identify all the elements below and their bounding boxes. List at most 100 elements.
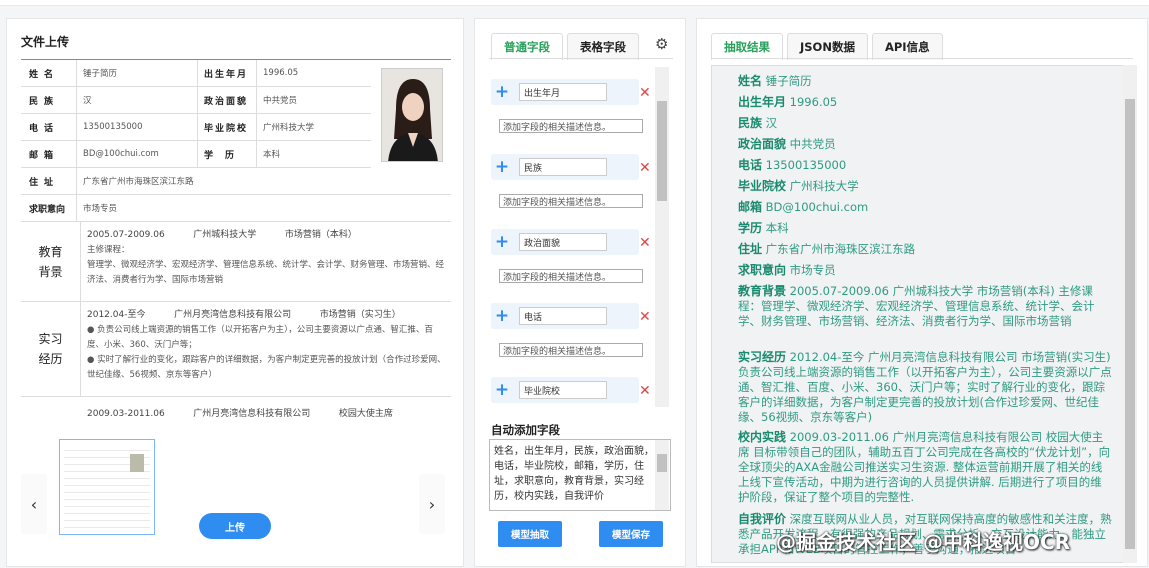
panel-title: 文件上传 [21, 35, 70, 49]
row-value: 13500135000 [83, 122, 143, 132]
row-label: 电话 [21, 114, 77, 140]
edu-courses: 管理学、微观经济学、宏观经济学、管理信息系统、统计学、会计学、财务管理、市场营销… [87, 260, 445, 285]
tab-divider [711, 58, 1133, 59]
add-field-icon[interactable]: + [491, 380, 513, 400]
row-value2: 中共党员 [263, 96, 298, 106]
add-field-icon[interactable]: + [491, 82, 513, 102]
delete-field-icon[interactable]: ✕ [639, 160, 651, 176]
work-company: 广州月亮湾信息科技有限公司 [174, 310, 292, 320]
result-key: 民族 [738, 116, 763, 130]
add-field-icon[interactable]: + [491, 232, 513, 252]
upload-button[interactable]: 上传 [199, 513, 271, 539]
result-value: 市场专员 [789, 263, 836, 277]
row-label2: 出生年月 [197, 60, 257, 86]
result-key: 教育背景 [738, 284, 787, 298]
result-value: 广东省广州市海珠区滨江东路 [765, 242, 916, 256]
field-name-input[interactable]: 电话 [519, 307, 607, 325]
tab-table-fields[interactable]: 表格字段 [567, 33, 639, 60]
row-label2: 政治面貌 [197, 87, 257, 113]
row-value2: 广州科技大学 [263, 123, 315, 133]
field-name-input[interactable]: 政治面貌 [519, 233, 607, 251]
file-upload-panel: 文件上传 姓名 锤子简历 出生年月 1996.05 民族 汉 政治面貌 中共党员… [6, 18, 464, 567]
result-item: 毕业院校 广州科技大学 [738, 179, 1112, 194]
model-extract-button[interactable]: 模型抽取 [498, 521, 562, 547]
row-label2: 毕业院校 [197, 114, 257, 140]
auto-add-textarea[interactable]: 姓名，出生年月，民族，政治面貌，电话，毕业院校，邮箱，学历，住址，求职意向，教育… [489, 439, 671, 511]
field-item: + 毕业院校 [491, 377, 639, 403]
result-value: 锤子简历 [765, 74, 812, 88]
edu-school: 广州城科技大学 [193, 230, 257, 240]
work-role: 市场营销（实习生） [319, 310, 401, 320]
scrollbar-thumb[interactable] [1125, 99, 1135, 549]
work-bullet: 实时了解行业的变化，跟踪客户的详细数据，为客户制定更完善的投放计划（合作过珍爱网… [87, 355, 446, 380]
result-scrollbar[interactable] [1123, 65, 1137, 563]
delete-field-icon[interactable]: ✕ [639, 309, 651, 325]
tab-extract-result[interactable]: 抽取结果 [711, 33, 783, 60]
add-field-icon[interactable]: + [491, 306, 513, 326]
row-value: 广东省广州市海珠区滨江东路 [83, 177, 194, 187]
delete-field-icon[interactable]: ✕ [639, 383, 651, 399]
next-page-button[interactable]: › [419, 474, 445, 534]
field-tabs: 普通字段 表格字段 [491, 33, 639, 60]
model-save-button[interactable]: 模型保存 [599, 521, 663, 547]
result-key: 姓名 [738, 74, 763, 88]
resume-preview: 姓名 锤子简历 出生年月 1996.05 民族 汉 政治面貌 中共党员 电话 1… [21, 59, 451, 419]
section-label: 教育背景 [21, 222, 81, 301]
result-key: 电话 [738, 158, 763, 172]
field-desc-input[interactable]: 添加字段的相关描述信息。 [499, 343, 643, 357]
result-item-work: 实习经历 2012.04-至今 广州月亮湾信息科技有限公司 市场营销(实习生) … [738, 350, 1112, 425]
result-key: 学历 [738, 221, 763, 235]
scrollbar-thumb[interactable] [657, 101, 667, 201]
section-label: 实习经历 [21, 302, 81, 396]
prev-page-button[interactable]: ‹ [21, 474, 47, 534]
result-value: 2009.03-2011.06 广州月亮湾信息科技有限公司 校园大使主席 目标带… [738, 430, 1111, 504]
result-item-campus: 校内实践 2009.03-2011.06 广州月亮湾信息科技有限公司 校园大使主… [738, 430, 1112, 505]
result-value: BD@100chui.com [765, 200, 869, 214]
page-thumbnail[interactable] [59, 439, 155, 535]
result-item-education: 教育背景 2005.07-2009.06 广州城科技大学 市场营销(本科) 主修… [738, 284, 1112, 329]
result-item: 电话 13500135000 [738, 158, 1112, 173]
result-key: 出生年月 [738, 95, 787, 109]
resume-work: 实习经历 2012.04-至今 广州月亮湾信息科技有限公司 市场营销（实习生） … [21, 302, 451, 397]
tab-api-info[interactable]: API信息 [871, 33, 943, 60]
row-value: BD@100chui.com [83, 149, 159, 159]
result-key: 求职意向 [738, 263, 787, 277]
resume-next: 2009.03-2011.06 广州月亮湾信息科技有限公司 校园大使主席 [21, 397, 451, 419]
field-name-input[interactable]: 毕业院校 [519, 381, 607, 399]
field-name-input[interactable]: 民族 [519, 158, 607, 176]
top-bar [0, 0, 1149, 6]
result-value: 汉 [765, 116, 778, 130]
next-company: 广州月亮湾信息科技有限公司 [193, 409, 311, 419]
resume-row-name: 姓名 锤子简历 出生年月 1996.05 [21, 60, 371, 87]
tab-json-data[interactable]: JSON数据 [787, 33, 868, 60]
delete-field-icon[interactable]: ✕ [639, 235, 651, 251]
field-desc-input[interactable]: 添加字段的相关描述信息。 [499, 119, 643, 133]
delete-field-icon[interactable]: ✕ [639, 85, 651, 101]
field-config-panel: 普通字段 表格字段 ⚙ + 出生年月 ✕ 添加字段的相关描述信息。 + 民族 ✕… [474, 18, 686, 567]
textarea-scrollbar[interactable] [655, 440, 669, 510]
row-label: 民族 [21, 87, 77, 113]
scrollbar-thumb[interactable] [657, 454, 667, 472]
edu-period: 2005.07-2009.06 [87, 230, 165, 240]
result-item: 住址 广东省广州市海珠区滨江东路 [738, 242, 1112, 257]
settings-gear-icon[interactable]: ⚙ [655, 35, 668, 53]
row-value2: 本科 [263, 150, 281, 160]
result-item: 政治面貌 中共党员 [738, 137, 1112, 152]
edu-courses-label: 主修课程： [87, 245, 130, 255]
tab-normal-fields[interactable]: 普通字段 [491, 33, 563, 60]
result-item: 学历 本科 [738, 221, 1112, 236]
field-desc-input[interactable]: 添加字段的相关描述信息。 [499, 269, 643, 283]
field-list-scrollbar[interactable] [655, 67, 669, 407]
result-key: 实习经历 [738, 350, 787, 364]
row-label: 求职意向 [21, 195, 77, 221]
field-desc-input[interactable]: 添加字段的相关描述信息。 [499, 194, 643, 208]
result-item: 出生年月 1996.05 [738, 95, 1112, 110]
field-list: + 出生年月 ✕ 添加字段的相关描述信息。 + 民族 ✕ 添加字段的相关描述信息… [489, 67, 671, 407]
field-name-input[interactable]: 出生年月 [519, 83, 607, 101]
result-item: 姓名 锤子简历 [738, 74, 1112, 89]
result-key: 自我评价 [738, 512, 787, 526]
resume-row-phone: 电话 13500135000 毕业院校 广州科技大学 [21, 114, 371, 141]
resume-education: 教育背景 2005.07-2009.06 广州城科技大学 市场营销（本科） 主修… [21, 222, 451, 302]
add-field-icon[interactable]: + [491, 157, 513, 177]
result-key: 校内实践 [738, 430, 787, 444]
